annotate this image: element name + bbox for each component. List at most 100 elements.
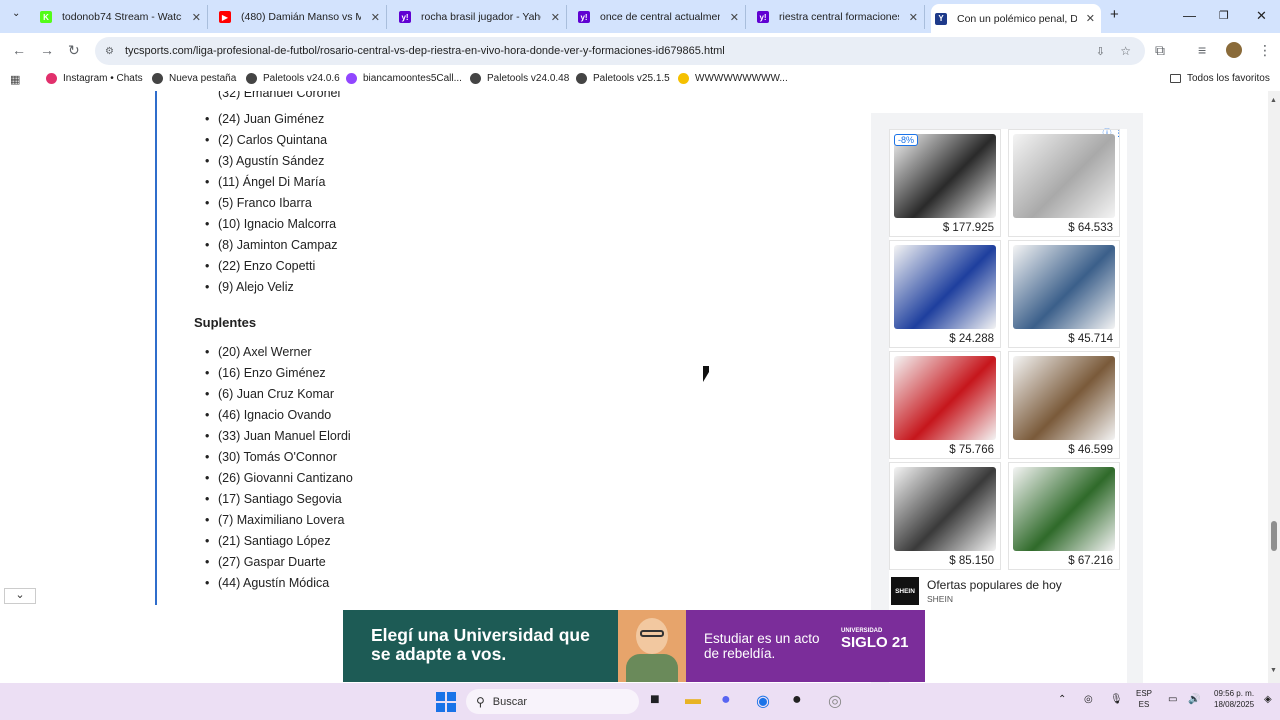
menu-kebab-icon[interactable]: ⋮ bbox=[1258, 42, 1272, 59]
site-info-icon[interactable]: ⚙ bbox=[105, 46, 114, 57]
product-image bbox=[1013, 356, 1115, 440]
close-window-button[interactable]: ✕ bbox=[1256, 8, 1267, 24]
banner-person-image bbox=[618, 610, 686, 682]
list-item: (32) Emanuel Coronel bbox=[218, 91, 340, 101]
tab-close-icon[interactable]: ✕ bbox=[1086, 12, 1095, 25]
windows-start-icon[interactable] bbox=[436, 692, 456, 712]
bookmarks-bar: ▦ Instagram • Chats Nueva pestaña Paletool… bbox=[0, 69, 1280, 91]
tab-close-icon[interactable]: ✕ bbox=[909, 11, 918, 24]
bookmark-item[interactable]: Paletools v25.1.5 bbox=[576, 73, 670, 84]
apps-grid-icon[interactable]: ▦ bbox=[10, 73, 20, 86]
reload-icon[interactable]: ↻ bbox=[68, 42, 80, 59]
list-item: (27) Gaspar Duarte bbox=[205, 552, 353, 573]
bookmark-item[interactable]: Nueva pestaña bbox=[152, 73, 236, 84]
product-card[interactable]: $ 75.766 bbox=[889, 351, 1001, 459]
page-scrollbar[interactable]: ▲ ▼ bbox=[1268, 91, 1280, 683]
app-icon[interactable]: ● bbox=[792, 691, 802, 709]
tray-app-icon[interactable]: ◎ bbox=[1084, 694, 1093, 705]
tab-4[interactable]: y! riestra central formaciones - ✕ bbox=[753, 5, 925, 29]
list-item: (9) Alejo Veliz bbox=[205, 277, 338, 298]
tab-5[interactable]: Y Con un polémico penal, Dep ✕ bbox=[931, 4, 1101, 33]
profile-avatar[interactable] bbox=[1226, 42, 1242, 58]
product-card[interactable]: $ 24.288 bbox=[889, 240, 1001, 348]
tab-1[interactable]: ▶ (480) Damián Manso vs Man ✕ bbox=[215, 5, 387, 29]
product-price: $ 85.150 bbox=[947, 555, 996, 567]
bookmark-item[interactable]: WWWWWWWWW... bbox=[678, 73, 788, 84]
chrome-icon[interactable]: ◉ bbox=[756, 691, 770, 711]
media-controls-icon[interactable]: ≡ bbox=[1198, 42, 1206, 58]
product-card[interactable]: $ 67.216 bbox=[1008, 462, 1120, 570]
product-price: $ 67.216 bbox=[1066, 555, 1115, 567]
volume-icon[interactable]: 🔊 bbox=[1188, 694, 1200, 705]
product-image bbox=[1013, 467, 1115, 551]
tab-title: rocha brasil jugador - Yahoo bbox=[421, 11, 541, 23]
file-explorer-icon[interactable]: ▬ bbox=[685, 691, 701, 709]
tab-close-icon[interactable]: ✕ bbox=[192, 11, 201, 24]
bookmark-label: Instagram • Chats bbox=[63, 73, 143, 84]
tab-favicon-icon: ▶ bbox=[219, 11, 231, 23]
siglo21-logo: UNIVERSIDAD SIGLO 21 bbox=[841, 628, 909, 652]
product-image bbox=[1013, 134, 1115, 218]
shein-ad-title: Ofertas populares de hoy bbox=[927, 578, 1062, 592]
tab-close-icon[interactable]: ✕ bbox=[730, 11, 739, 24]
product-price: $ 45.714 bbox=[1066, 333, 1115, 345]
product-card[interactable]: $ 64.533 bbox=[1008, 129, 1120, 237]
browser-toolbar: ← → ↻ ⚙ tycsports.com/liga-profesional-d… bbox=[0, 33, 1280, 69]
list-item: (3) Agustín Sández bbox=[205, 151, 338, 172]
tab-close-icon[interactable]: ✕ bbox=[371, 11, 380, 24]
product-card[interactable]: -8% $ 177.925 bbox=[889, 129, 1001, 237]
install-app-icon[interactable]: ⇩ bbox=[1096, 45, 1105, 58]
new-tab-button[interactable]: + bbox=[1110, 6, 1119, 23]
shein-ad-footer[interactable]: SHEIN Ofertas populares de hoy SHEIN bbox=[889, 573, 1127, 607]
discord-icon[interactable]: ● bbox=[721, 691, 731, 709]
list-item: (21) Santiago López bbox=[205, 531, 353, 552]
notification-icon[interactable]: ◈ bbox=[1264, 694, 1272, 705]
scroll-up-icon[interactable]: ▲ bbox=[1270, 97, 1277, 104]
forward-arrow-icon[interactable]: → bbox=[40, 42, 54, 58]
bookmark-label: Paletools v24.0.48 bbox=[487, 73, 570, 84]
language-indicator[interactable]: ESP ES bbox=[1136, 688, 1152, 710]
list-item: (10) Ignacio Malcorra bbox=[205, 214, 338, 235]
university-banner-ad[interactable]: Elegí una Universidad que se adapte a vo… bbox=[343, 610, 925, 682]
scrollbar-thumb[interactable] bbox=[1271, 521, 1277, 551]
bookmark-item[interactable]: Instagram • Chats bbox=[46, 73, 143, 84]
scroll-down-icon[interactable]: ▼ bbox=[1270, 667, 1277, 674]
lang-code: ESP bbox=[1136, 689, 1153, 698]
list-item: (24) Juan Giménez bbox=[205, 109, 338, 130]
tab-close-icon[interactable]: ✕ bbox=[551, 11, 560, 24]
tray-chevron-icon[interactable]: ⌃ bbox=[1058, 694, 1066, 705]
product-price: $ 24.288 bbox=[947, 333, 996, 345]
bookmark-item[interactable]: biancamoontes5Call... bbox=[346, 73, 462, 84]
collapse-chevron-icon[interactable]: ⌄ bbox=[4, 588, 36, 604]
network-icon[interactable]: ▭ bbox=[1168, 694, 1177, 705]
all-bookmarks[interactable]: Todos los favoritos bbox=[1170, 73, 1270, 84]
task-view-icon[interactable]: ■ bbox=[650, 691, 660, 709]
tab-0[interactable]: Ktodonob74 Stream - Watch I ✕ bbox=[36, 5, 208, 29]
product-price: $ 177.925 bbox=[940, 222, 996, 234]
shein-logo: SHEIN bbox=[891, 577, 919, 605]
bookmark-item[interactable]: Paletools v24.0.6 bbox=[246, 73, 340, 84]
extensions-icon[interactable]: ⧉ bbox=[1155, 42, 1165, 59]
maximize-button[interactable]: ❐ bbox=[1219, 9, 1229, 22]
bookmark-item[interactable]: Paletools v24.0.48 bbox=[470, 73, 569, 84]
back-arrow-icon[interactable]: ← bbox=[12, 42, 26, 58]
clock-time: 09:56 p. m. bbox=[1214, 689, 1255, 698]
tab-search-chevron-icon[interactable]: ⌄ bbox=[12, 8, 20, 19]
tab-3[interactable]: y! once de central actualmente ✕ bbox=[574, 5, 746, 29]
bookmark-star-icon[interactable]: ☆ bbox=[1120, 44, 1131, 58]
microphone-icon[interactable]: 🎙 bbox=[1110, 694, 1123, 705]
minimize-button[interactable]: — bbox=[1183, 8, 1196, 23]
product-card[interactable]: $ 45.714 bbox=[1008, 240, 1120, 348]
banner-headline: Elegí una Universidad que se adapte a vo… bbox=[371, 625, 590, 664]
clock[interactable]: 09:56 p. m. 18/08/2025 bbox=[1214, 688, 1254, 710]
product-card[interactable]: $ 85.150 bbox=[889, 462, 1001, 570]
product-card[interactable]: $ 46.599 bbox=[1008, 351, 1120, 459]
address-bar[interactable]: ⚙ tycsports.com/liga-profesional-de-futb… bbox=[95, 37, 1145, 65]
starters-list-visible: (24) Juan Giménez(2) Carlos Quintana(3) … bbox=[205, 109, 338, 298]
search-icon: ⚲ bbox=[476, 694, 485, 709]
tab-2[interactable]: y! rocha brasil jugador - Yahoo ✕ bbox=[395, 5, 567, 29]
bookmark-favicon-icon bbox=[246, 73, 257, 84]
bookmark-label: Paletools v24.0.6 bbox=[263, 73, 340, 84]
taskbar-search-input[interactable]: ⚲ Buscar bbox=[466, 689, 639, 714]
app-icon-2[interactable]: ◎ bbox=[828, 691, 842, 711]
